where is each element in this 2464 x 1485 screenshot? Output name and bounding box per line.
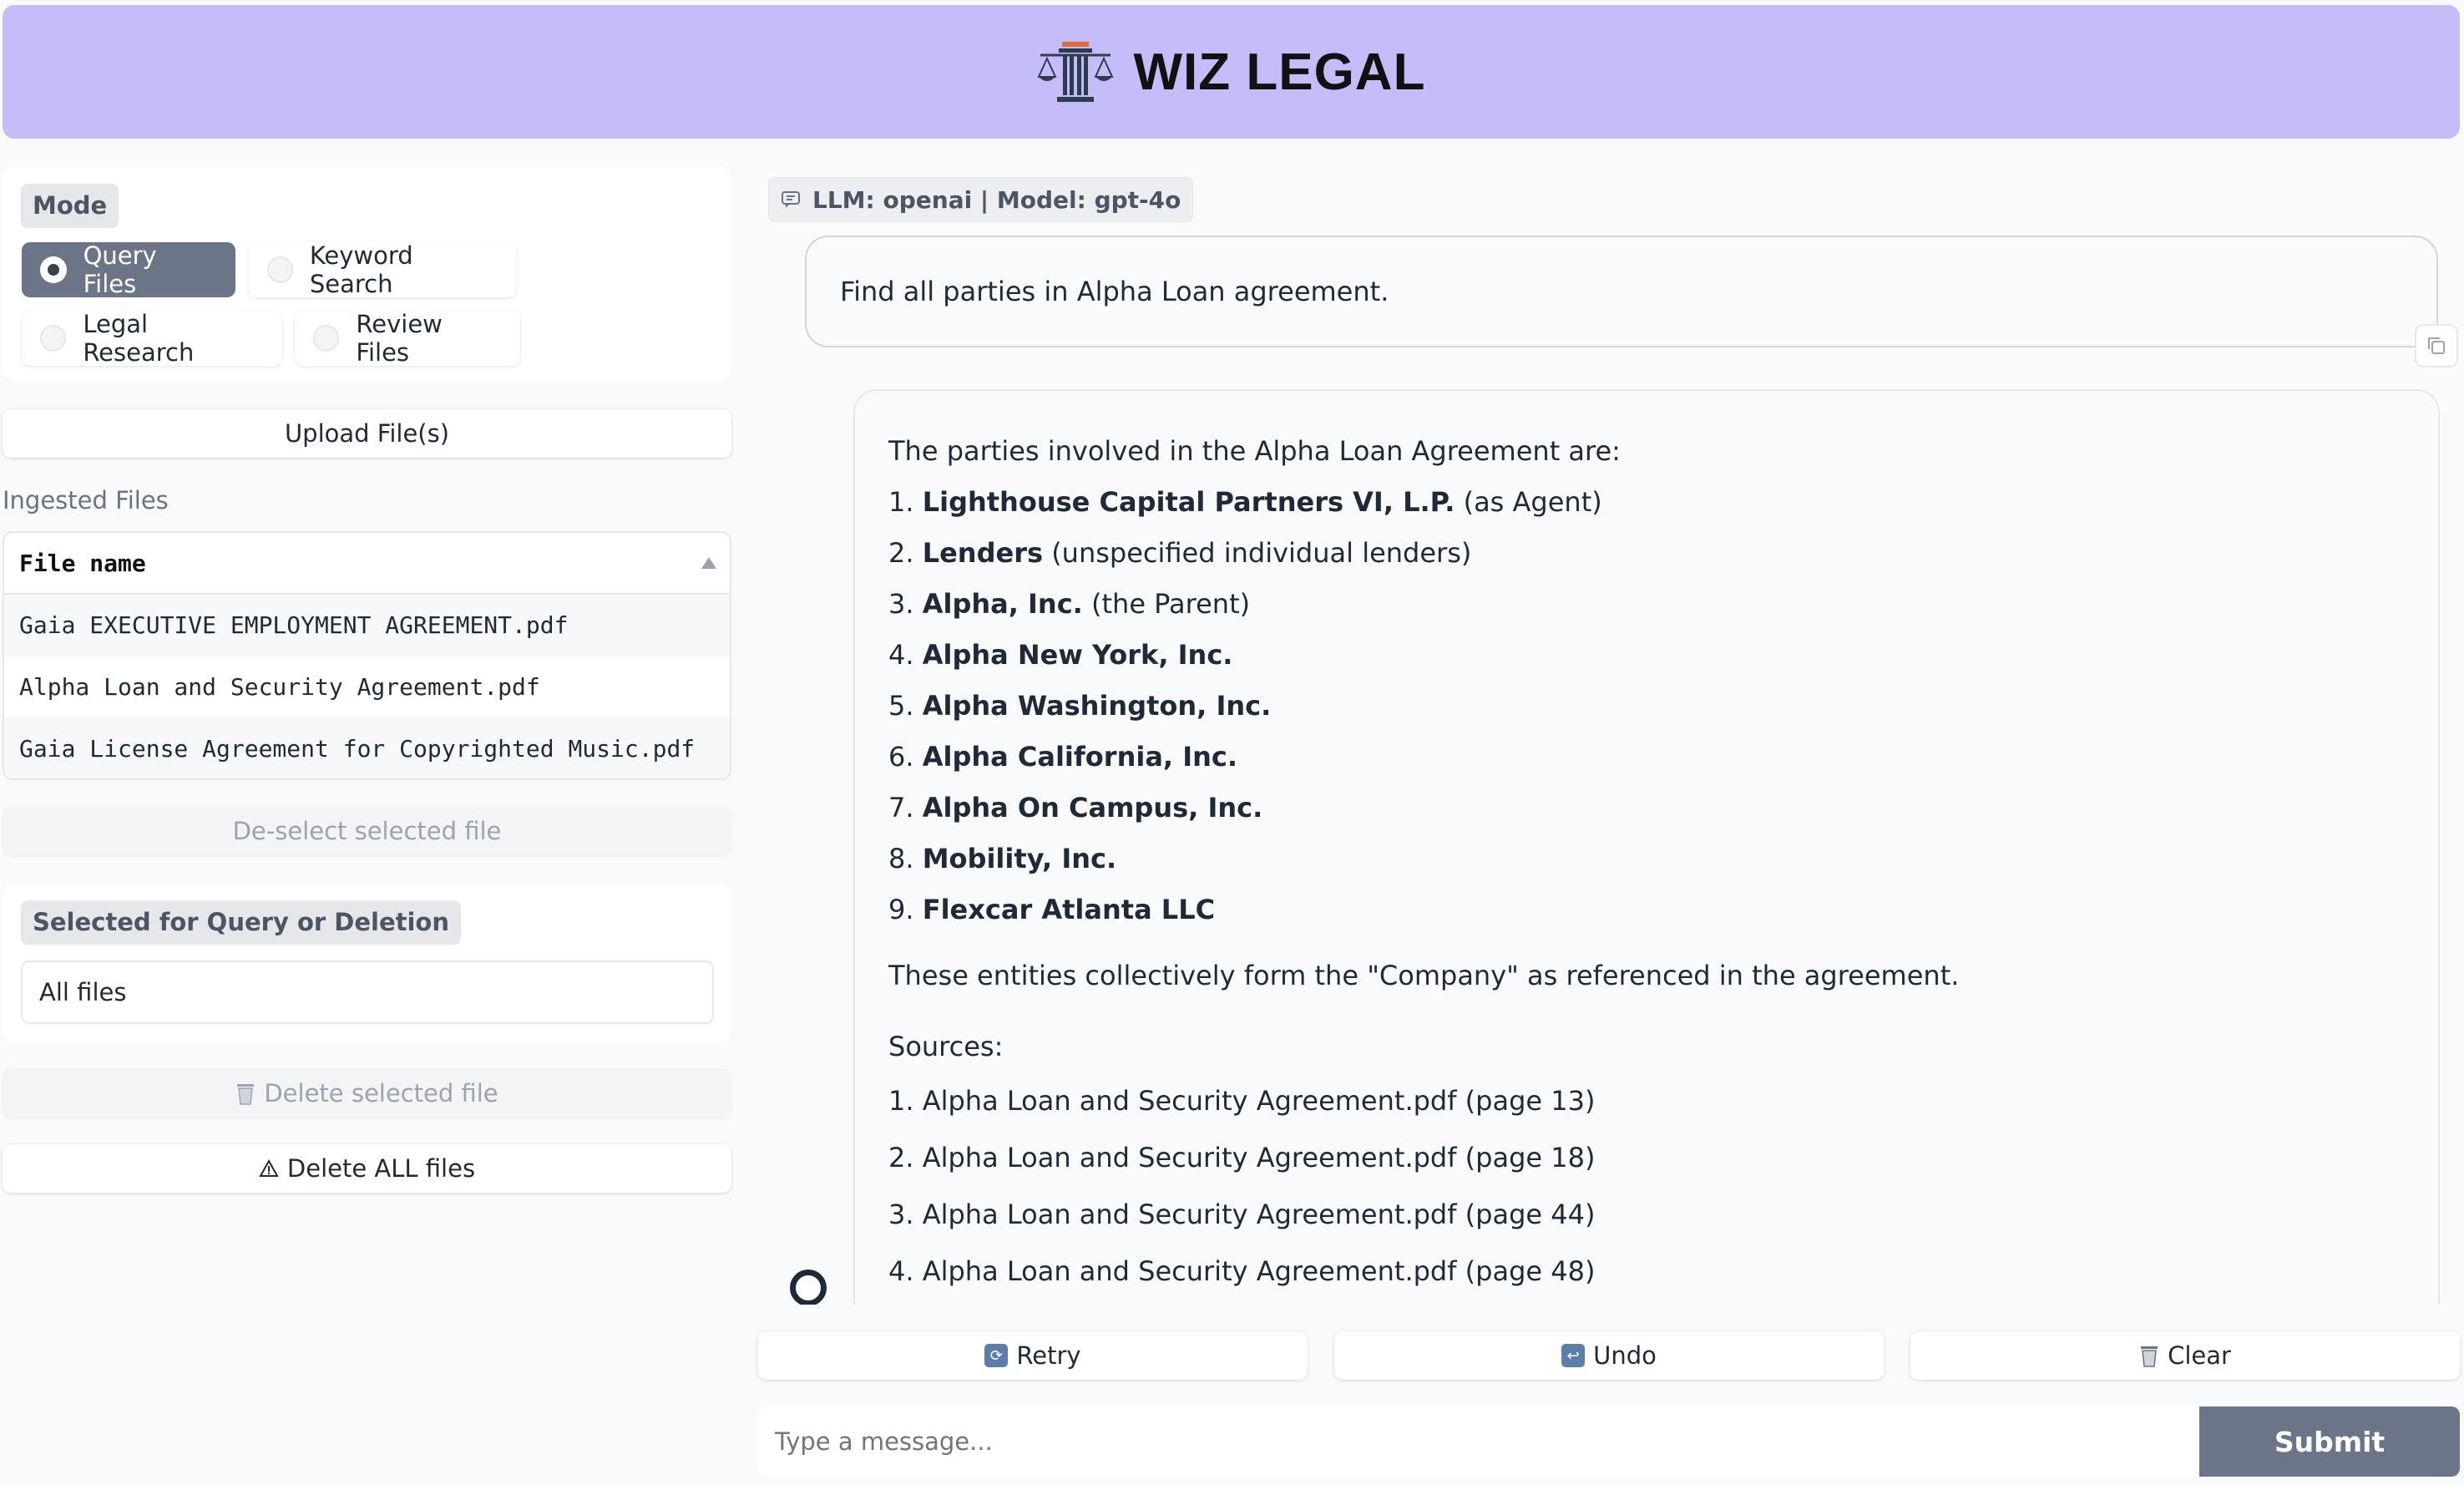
source-item: 1. Alpha Loan and Security Agreement.pdf… — [888, 1085, 1596, 1117]
party-item: 8. Mobility, Inc. — [888, 834, 2405, 884]
delete-selected-label: Delete selected file — [264, 1079, 498, 1107]
party-name: Alpha On Campus, Inc. — [922, 792, 1263, 824]
party-note: (as Agent) — [1463, 486, 1602, 518]
sources-title: Sources: — [888, 1031, 1004, 1062]
party-item: 4. Alpha New York, Inc. — [888, 630, 2405, 681]
chat-icon — [782, 191, 800, 208]
copy-icon — [2428, 337, 2445, 354]
mode-option-label: Review Files — [356, 310, 443, 367]
submit-button[interactable]: Submit — [2199, 1406, 2460, 1477]
warning-icon — [259, 1158, 279, 1177]
delete-all-label: Delete ALL files — [286, 1154, 476, 1183]
selected-files-panel: Selected for Query or Deletion All files — [3, 884, 731, 1042]
brand: WIZ LEGAL — [1036, 40, 1426, 104]
party-number: 8. — [888, 843, 914, 874]
mode-option-legal-research[interactable]: Legal Research — [22, 310, 282, 367]
deselect-file-button[interactable]: De-select selected file — [3, 807, 731, 855]
file-row[interactable]: Gaia EXECUTIVE EMPLOYMENT AGREEMENT.pdf — [4, 595, 730, 656]
retry-button[interactable]: ⟳ Retry — [758, 1331, 1308, 1380]
trash-icon — [237, 1084, 255, 1105]
radio-unselected-icon — [267, 256, 293, 283]
answer-outro: These entities collectively form the "Co… — [888, 960, 1960, 991]
undo-icon: ↩ — [1561, 1344, 1586, 1367]
undo-button[interactable]: ↩ Undo — [1334, 1331, 1884, 1380]
mode-option-label: Keyword Search — [309, 241, 413, 298]
answer-intro: The parties involved in the Alpha Loan A… — [888, 435, 1621, 467]
selected-files-field[interactable]: All files — [21, 960, 714, 1024]
source-item: 3. Alpha Loan and Security Agreement.pdf… — [888, 1199, 1596, 1230]
party-number: 5. — [888, 690, 914, 722]
party-number: 2. — [888, 537, 914, 569]
mode-option-query-files[interactable]: Query Files — [22, 241, 235, 298]
delete-selected-button[interactable]: Delete selected file — [3, 1069, 731, 1118]
clear-label: Clear — [2168, 1341, 2231, 1370]
party-item: 9. Flexcar Atlanta LLC — [888, 884, 2405, 935]
party-list: 1. Lighthouse Capital Partners VI, L.P. … — [888, 477, 2405, 935]
clear-button[interactable]: Clear — [1910, 1331, 2460, 1380]
file-row[interactable]: Gaia License Agreement for Copyrighted M… — [4, 718, 730, 778]
party-name: Flexcar Atlanta LLC — [922, 894, 1216, 925]
party-number: 6. — [888, 741, 914, 773]
user-message-text: Find all parties in Alpha Loan agreement… — [840, 276, 1389, 307]
ingested-files-table: File name Gaia EXECUTIVE EMPLOYMENT AGRE… — [3, 531, 731, 780]
party-name: Alpha Washington, Inc. — [922, 690, 1272, 722]
retry-label: Retry — [1016, 1341, 1081, 1370]
mode-option-keyword-search[interactable]: Keyword Search — [249, 241, 516, 298]
courthouse-scales-icon — [1036, 42, 1114, 102]
source-item: 4. Alpha Loan and Security Agreement.pdf… — [888, 1255, 1596, 1287]
party-item: 5. Alpha Washington, Inc. — [888, 681, 2405, 732]
app-header: WIZ LEGAL — [3, 5, 2460, 139]
party-name: Mobility, Inc. — [922, 843, 1117, 874]
party-name: Alpha California, Inc. — [922, 741, 1238, 773]
party-number: 4. — [888, 639, 914, 671]
file-name-column-header: File name — [19, 549, 146, 577]
file-table-header[interactable]: File name — [4, 533, 730, 595]
party-item: 1. Lighthouse Capital Partners VI, L.P. … — [888, 477, 2405, 528]
party-item: 7. Alpha On Campus, Inc. — [888, 783, 2405, 834]
party-name: Alpha New York, Inc. — [922, 639, 1233, 671]
message-input[interactable] — [758, 1406, 2199, 1477]
mode-label: Mode — [21, 184, 119, 228]
ingested-files-label: Ingested Files — [3, 486, 169, 514]
mode-option-review-files[interactable]: Review Files — [295, 310, 520, 367]
file-row[interactable]: Alpha Loan and Security Agreement.pdf — [4, 656, 730, 718]
selected-files-label: Selected for Query or Deletion — [21, 900, 461, 945]
party-item: 3. Alpha, Inc. (the Parent) — [888, 579, 2405, 630]
user-message: Find all parties in Alpha Loan agreement… — [805, 236, 2438, 347]
party-note: (unspecified individual lenders) — [1051, 537, 1472, 569]
bot-avatar — [790, 1270, 827, 1305]
app-title: WIZ LEGAL — [1133, 43, 1426, 101]
undo-label: Undo — [1593, 1341, 1657, 1370]
llm-info-badge: LLM: openai | Model: gpt-4o — [768, 177, 1194, 222]
party-name: Lighthouse Capital Partners VI, L.P. — [922, 486, 1455, 518]
chat-panel: Find all parties in Alpha Loan agreement… — [758, 167, 2461, 1305]
mode-panel: Mode Query Files Keyword Search Legal Re… — [3, 167, 731, 381]
llm-info-text: LLM: openai | Model: gpt-4o — [812, 185, 1181, 214]
party-item: 2. Lenders (unspecified individual lende… — [888, 528, 2405, 579]
party-number: 1. — [888, 486, 914, 518]
radio-unselected-icon — [313, 325, 340, 352]
party-name: Alpha, Inc. — [922, 588, 1083, 620]
mode-option-label: Legal Research — [83, 310, 195, 367]
radio-unselected-icon — [40, 325, 67, 352]
copy-message-button[interactable] — [2415, 324, 2458, 367]
delete-all-button[interactable]: Delete ALL files — [3, 1144, 731, 1193]
sort-ascending-icon[interactable] — [701, 557, 716, 569]
bot-message: The parties involved in the Alpha Loan A… — [853, 389, 2440, 1305]
source-item: 2. Alpha Loan and Security Agreement.pdf… — [888, 1142, 1596, 1173]
party-item: 6. Alpha California, Inc. — [888, 732, 2405, 783]
party-name: Lenders — [922, 537, 1044, 569]
party-number: 9. — [888, 894, 914, 925]
party-number: 3. — [888, 588, 914, 620]
trash-icon — [2141, 1346, 2158, 1367]
upload-files-button[interactable]: Upload File(s) — [3, 409, 731, 458]
party-number: 7. — [888, 792, 914, 824]
radio-selected-icon — [40, 256, 67, 283]
retry-icon: ⟳ — [984, 1344, 1009, 1367]
party-note: (the Parent) — [1091, 588, 1251, 620]
mode-option-label: Query Files — [83, 241, 157, 298]
